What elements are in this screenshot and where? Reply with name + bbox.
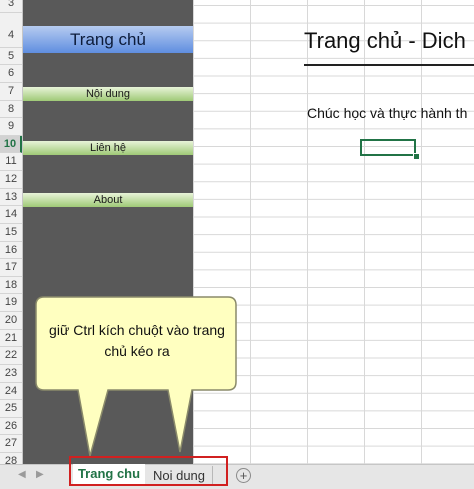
page-title: Trang chủ - Dich: [304, 28, 466, 53]
greeting-text: Chúc học và thực hành th: [307, 105, 468, 121]
sidebar-home-header[interactable]: Trang chủ: [23, 26, 193, 53]
row-header[interactable]: 15: [0, 224, 22, 242]
scroll-left-icon[interactable]: ◀: [18, 469, 26, 480]
fill-handle[interactable]: [413, 153, 420, 160]
row-header[interactable]: 27: [0, 435, 22, 454]
sidebar-home-label: Trang chủ: [70, 29, 146, 49]
row-header[interactable]: 23: [0, 365, 22, 383]
row-header[interactable]: 22: [0, 347, 22, 365]
row-header[interactable]: 5: [0, 48, 22, 66]
callout-text: giữ Ctrl kích chuột vào trang chủ kéo ra: [49, 322, 225, 359]
selected-cell[interactable]: [360, 139, 416, 156]
add-sheet-icon[interactable]: +: [236, 468, 251, 483]
row-header[interactable]: 6: [0, 65, 22, 83]
nav-button-about[interactable]: About: [23, 193, 193, 207]
row-header[interactable]: 20: [0, 312, 22, 330]
row-header[interactable]: 8: [0, 101, 22, 119]
row-header[interactable]: 10: [0, 135, 22, 154]
row-headers: 3 4 5 6 7 8 9 10 11 12 13 14 15 16 17 18 19 20 21 22 23 24 25 2…: [0, 0, 23, 464]
nav-button-content[interactable]: Nội dung: [23, 87, 193, 101]
row-header[interactable]: 7: [0, 83, 22, 101]
row-header[interactable]: 16: [0, 242, 22, 260]
row-header[interactable]: 9: [0, 118, 22, 136]
row-header[interactable]: 12: [0, 171, 22, 189]
nav-button-label: Liên hệ: [89, 142, 127, 154]
row-header[interactable]: 13: [0, 189, 22, 207]
nav-button-label: Nội dung: [85, 88, 131, 100]
scroll-right-icon[interactable]: ▶: [36, 469, 44, 480]
row-header[interactable]: 24: [0, 383, 22, 401]
row-header[interactable]: 28: [0, 453, 22, 464]
nav-button-label: About: [93, 194, 123, 206]
sidebar-panel: [23, 0, 193, 464]
row-header[interactable]: 4: [0, 13, 22, 48]
row-header[interactable]: 18: [0, 277, 22, 295]
row-header[interactable]: 3: [0, 0, 22, 13]
row-header[interactable]: 11: [0, 153, 22, 172]
row-header[interactable]: 17: [0, 259, 22, 277]
tabs-highlight-box: [69, 456, 228, 486]
row-header[interactable]: 21: [0, 330, 22, 348]
row-header[interactable]: 26: [0, 418, 22, 436]
row-header[interactable]: 19: [0, 294, 22, 313]
title-underline: [304, 64, 474, 66]
nav-button-contact[interactable]: Liên hệ: [23, 141, 193, 155]
row-header[interactable]: 25: [0, 400, 22, 418]
row-header[interactable]: 14: [0, 206, 22, 224]
